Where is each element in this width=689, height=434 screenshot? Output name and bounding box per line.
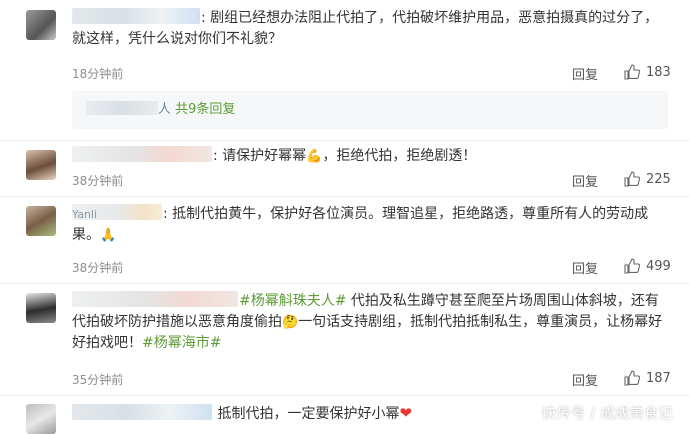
like-count: 183 [646, 64, 671, 80]
comment-body: 抵制代拍，一定要保护好小幂 [217, 406, 400, 422]
watermark: 快传号 / 成成美食记 [541, 406, 673, 422]
comment-time: 38分钟前 [72, 174, 124, 188]
reply-button[interactable]: 回复 [572, 171, 598, 190]
blurred-sub-nickname[interactable] [86, 101, 158, 115]
comment-time: 18分钟前 [72, 67, 124, 81]
avatar[interactable] [26, 293, 56, 323]
blurred-nickname[interactable] [72, 146, 212, 162]
blurred-nickname[interactable] [72, 8, 200, 24]
view-replies-link[interactable]: 共9条回复 [175, 102, 235, 117]
comment-text: Yanli: 抵制代拍黄牛，保护好各位演员。理智追星，拒绝路透，尊重所有人的劳动… [72, 204, 649, 243]
like-button[interactable]: 187 [624, 370, 671, 386]
like-button[interactable]: 183 [624, 64, 671, 80]
thumbs-up-icon [624, 258, 640, 274]
nickname: Yanli [72, 208, 98, 220]
sub-replies-label: 人 共9条回复 [86, 101, 235, 119]
comment-body-cont: ，拒绝代拍，拒绝剧透！ [322, 148, 477, 164]
reply-button[interactable]: 回复 [572, 370, 598, 389]
face-emoji: 🤔 [282, 315, 299, 330]
praying-hands-emoji: 🙏 [100, 228, 117, 243]
topic-tag-link[interactable]: #杨幂斛珠夫人# [239, 293, 346, 309]
like-button[interactable]: 225 [624, 171, 671, 187]
like-button[interactable]: 499 [624, 258, 671, 274]
thumbs-up-icon [624, 370, 640, 386]
like-count: 499 [646, 258, 671, 274]
reply-button[interactable]: 回复 [572, 258, 598, 277]
sub-reply-name[interactable]: 人 [158, 102, 171, 117]
divider [0, 283, 689, 284]
blurred-nickname[interactable] [72, 404, 212, 420]
divider [0, 395, 689, 396]
like-count: 225 [646, 171, 671, 187]
thumbs-up-icon [624, 171, 640, 187]
comment-text: : 剧组已经想办法阻止代拍了，代拍破坏维护用品，恶意拍摄真的过分了，就这样，凭什… [72, 8, 659, 47]
comment-text: #杨幂斛珠夫人# 代拍及私生蹲守甚至爬至片场周围山体斜坡，还有代拍破坏防护措施以… [72, 291, 667, 354]
like-count: 187 [646, 370, 671, 386]
comment-time: 38分钟前 [72, 261, 124, 275]
divider [0, 140, 689, 141]
blurred-nickname[interactable] [72, 291, 238, 307]
red-heart-emoji: ❤ [399, 404, 413, 422]
topic-tag-link[interactable]: #杨幂海市# [142, 335, 221, 351]
divider [0, 196, 689, 197]
flexed-biceps-emoji: 💪 [306, 149, 323, 164]
avatar[interactable] [26, 404, 56, 434]
avatar[interactable] [26, 10, 56, 40]
comment-text: : 请保护好幂幂💪，拒绝代拍，拒绝剧透！ [72, 146, 667, 167]
comment-time: 35分钟前 [72, 373, 124, 387]
avatar[interactable] [26, 150, 56, 180]
comment-body: 请保护好幂幂 [222, 148, 307, 164]
thumbs-up-icon [624, 64, 640, 80]
blurred-nickname[interactable]: Yanli [72, 204, 162, 220]
reply-button[interactable]: 回复 [572, 64, 598, 83]
avatar[interactable] [26, 206, 56, 236]
sub-replies-box: 人 共9条回复 [72, 91, 668, 129]
